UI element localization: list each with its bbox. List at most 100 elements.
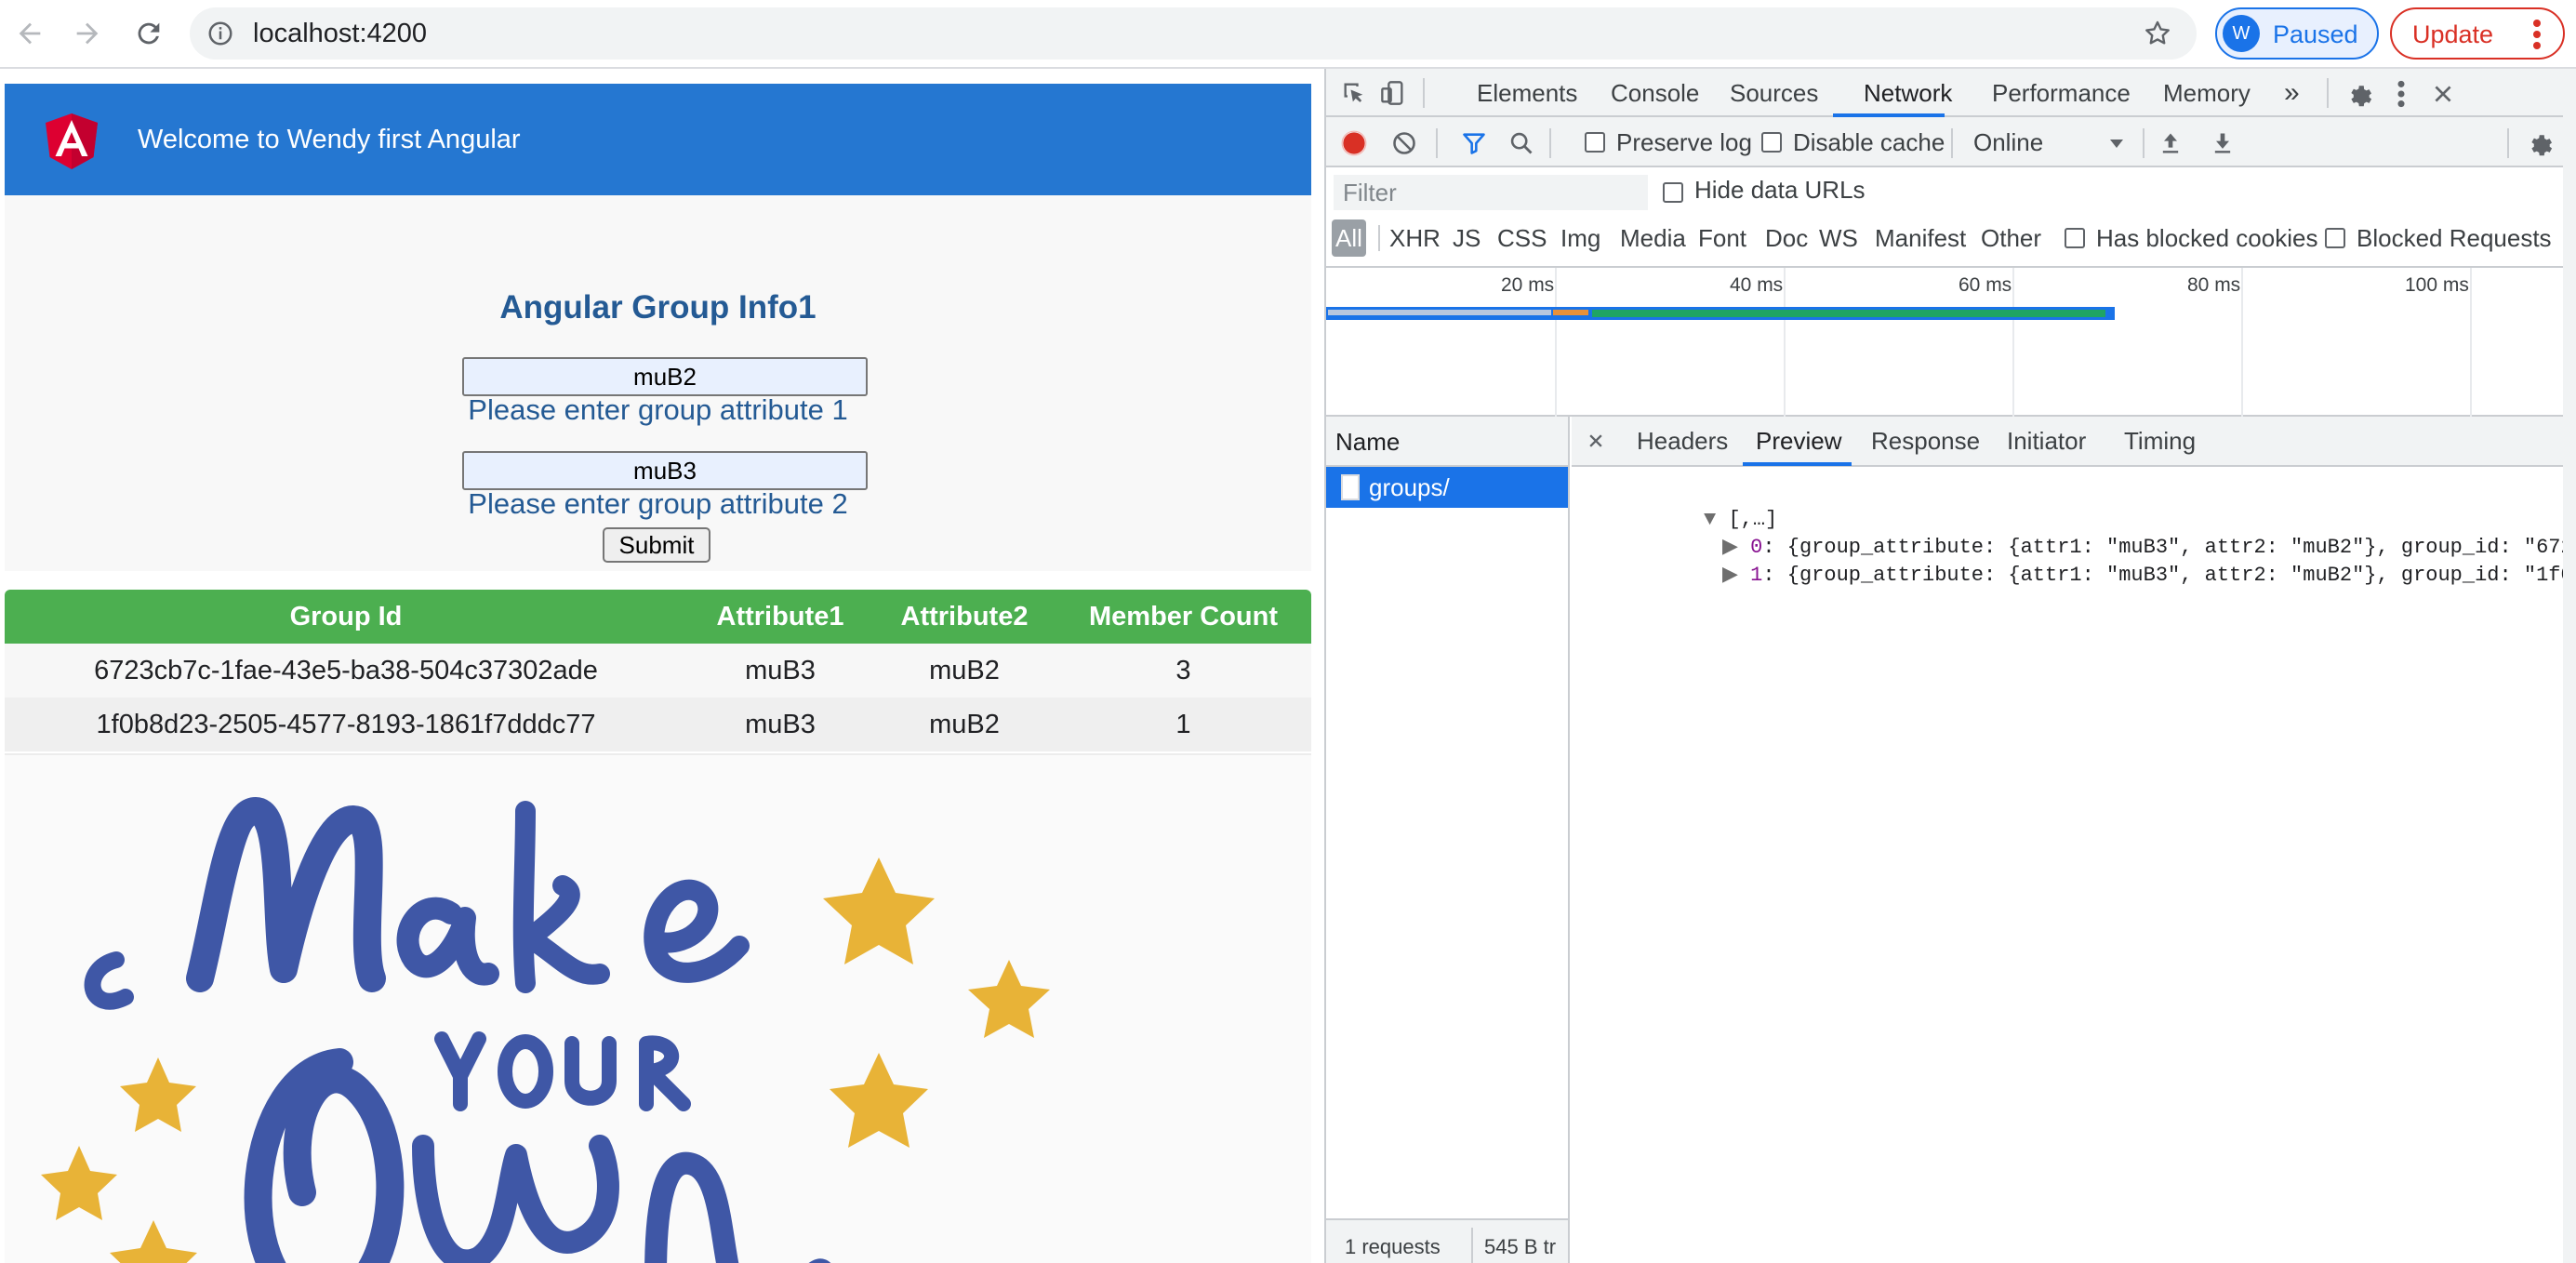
form-title: Angular Group Info1 xyxy=(499,289,817,326)
disable-cache-label: Disable cache xyxy=(1793,128,1945,156)
attribute2-input[interactable] xyxy=(462,451,868,490)
clear-icon[interactable] xyxy=(1391,130,1417,156)
toolbar-separator xyxy=(1436,128,1438,158)
filter-funnel-icon[interactable] xyxy=(1460,130,1488,156)
column-header-attribute2[interactable]: Attribute2 xyxy=(873,590,1056,644)
hide-data-urls-checkbox[interactable] xyxy=(1663,182,1683,203)
throttling-select[interactable]: Online xyxy=(1966,117,2133,167)
tab-preview[interactable]: Preview xyxy=(1756,417,1841,465)
tab-initiator[interactable]: Initiator xyxy=(2007,417,2086,465)
table-row[interactable]: 6723cb7c-1fae-43e5-ba38-504c37302ade muB… xyxy=(5,644,1311,698)
update-button[interactable]: Update xyxy=(2390,7,2565,60)
request-name-column: Name groups/ 1 requests 545 B tr xyxy=(1326,417,1570,1263)
request-row[interactable]: groups/ xyxy=(1326,467,1568,508)
preserve-log-checkbox[interactable] xyxy=(1585,132,1605,153)
tab-console[interactable]: Console xyxy=(1611,69,1699,117)
submit-button[interactable]: Submit xyxy=(603,527,710,563)
toolbar-separator xyxy=(2507,128,2509,158)
toolbar-separator xyxy=(1951,128,1953,158)
filter-input[interactable]: Filter xyxy=(1334,175,1648,210)
attribute1-cell: muB3 xyxy=(745,656,816,685)
column-header-group-id[interactable]: Group Id xyxy=(5,590,687,644)
type-filter-other[interactable]: Other xyxy=(1981,219,2041,257)
timing-download-segment xyxy=(1592,310,2105,317)
document-file-icon xyxy=(1341,474,1360,500)
group-id-cell: 6723cb7c-1fae-43e5-ba38-504c37302ade xyxy=(94,656,598,685)
search-icon[interactable] xyxy=(1508,130,1534,156)
timeline-label: 20 ms xyxy=(1501,274,1555,296)
timeline-gridline xyxy=(2012,268,2014,417)
window-edge-scrollbar[interactable] xyxy=(2563,69,2576,1263)
tab-response[interactable]: Response xyxy=(1871,417,1980,465)
tab-performance[interactable]: Performance xyxy=(1992,69,2131,117)
import-har-icon[interactable] xyxy=(2158,130,2184,156)
detail-tabbar: Headers Preview Response Initiator Timin… xyxy=(1572,417,2576,467)
bookmark-star-icon[interactable] xyxy=(2143,19,2172,48)
timeline-gridline xyxy=(2241,268,2243,417)
type-filter-js[interactable]: JS xyxy=(1453,219,1481,257)
back-arrow-icon xyxy=(19,22,41,45)
timeline-label: 100 ms xyxy=(2405,274,2469,296)
json-array-item[interactable]: ▶ 1: {group_attribute: {attr1: "muB3", a… xyxy=(1600,534,2576,618)
table-row[interactable]: 1f0b8d23-2505-4577-8193-1861f7dddc77 muB… xyxy=(5,698,1311,751)
disable-cache-checkbox[interactable] xyxy=(1761,132,1782,153)
has-blocked-cookies-checkbox[interactable] xyxy=(2065,228,2085,248)
attribute1-input[interactable] xyxy=(462,357,868,396)
groups-table: Group Id Attribute1 Attribute2 Member Co… xyxy=(5,590,1311,751)
attribute2-hint: Please enter group attribute 2 xyxy=(468,487,848,520)
timeline-label: 80 ms xyxy=(2187,274,2241,296)
timeline-label: 60 ms xyxy=(1959,274,2012,296)
type-filter-ws[interactable]: WS xyxy=(1819,219,1858,257)
tab-separator xyxy=(2327,78,2329,108)
tab-headers[interactable]: Headers xyxy=(1637,417,1728,465)
chevron-down-icon xyxy=(2110,140,2123,148)
more-options-icon[interactable] xyxy=(2396,80,2407,108)
devtools-panel: Elements Console Sources Network Perform… xyxy=(1326,69,2576,1263)
type-filter-media[interactable]: Media xyxy=(1620,219,1686,257)
record-icon[interactable] xyxy=(1341,130,1367,156)
tab-memory[interactable]: Memory xyxy=(2163,69,2251,117)
name-column-header[interactable]: Name xyxy=(1326,417,1568,467)
type-filter-css[interactable]: CSS xyxy=(1497,219,1547,257)
paused-label: Paused xyxy=(2273,20,2358,48)
tab-sources[interactable]: Sources xyxy=(1730,69,1818,117)
type-filter-all[interactable]: All xyxy=(1332,219,1366,257)
network-overview-timeline[interactable]: 20 ms 40 ms 60 ms 80 ms 100 ms xyxy=(1326,268,2576,417)
type-filter-doc[interactable]: Doc xyxy=(1765,219,1808,257)
network-settings-gear-icon[interactable] xyxy=(2526,129,2554,157)
more-tabs-icon[interactable]: » xyxy=(2284,69,2300,117)
device-toolbar-icon[interactable] xyxy=(1380,80,1406,106)
inspect-element-icon[interactable] xyxy=(1341,80,1367,106)
type-filter-font[interactable]: Font xyxy=(1698,219,1746,257)
timing-queue-segment xyxy=(1328,310,1551,315)
throttling-value: Online xyxy=(1973,128,2044,156)
settings-gear-icon[interactable] xyxy=(2345,80,2373,108)
hide-data-urls-label: Hide data URLs xyxy=(1694,176,1866,204)
active-detail-tab-indicator xyxy=(1743,462,1852,466)
site-info-icon[interactable] xyxy=(206,20,234,47)
column-header-member-count[interactable]: Member Count xyxy=(1056,590,1311,644)
app-title: Welcome to Wendy first Angular xyxy=(138,125,521,154)
address-bar[interactable]: localhost:4200 xyxy=(190,7,2197,60)
export-har-icon[interactable] xyxy=(2210,130,2236,156)
forward-arrow-icon xyxy=(76,22,99,45)
type-filter-xhr[interactable]: XHR xyxy=(1389,219,1441,257)
blocked-requests-checkbox[interactable] xyxy=(2325,228,2345,248)
profile-paused-button[interactable]: W Paused xyxy=(2215,7,2379,60)
tab-elements[interactable]: Elements xyxy=(1477,69,1577,117)
reload-button[interactable] xyxy=(123,7,175,60)
type-filter-manifest[interactable]: Manifest xyxy=(1875,219,1966,257)
back-button[interactable] xyxy=(4,7,56,60)
tab-timing[interactable]: Timing xyxy=(2124,417,2196,465)
tab-network[interactable]: Network xyxy=(1864,69,1952,117)
type-filter-img[interactable]: Img xyxy=(1560,219,1600,257)
attribute2-cell: muB2 xyxy=(929,710,1000,739)
close-devtools-icon[interactable] xyxy=(2431,82,2455,106)
column-header-attribute1[interactable]: Attribute1 xyxy=(687,590,873,644)
forward-button[interactable] xyxy=(61,7,113,60)
network-status-bar: 1 requests 545 B tr xyxy=(1326,1218,1568,1263)
request-count: 1 requests xyxy=(1345,1235,1441,1258)
close-detail-icon[interactable] xyxy=(1587,432,1605,450)
member-count-cell: 3 xyxy=(1175,656,1191,685)
network-controls: Preserve log Disable cache Online xyxy=(1326,117,2576,167)
